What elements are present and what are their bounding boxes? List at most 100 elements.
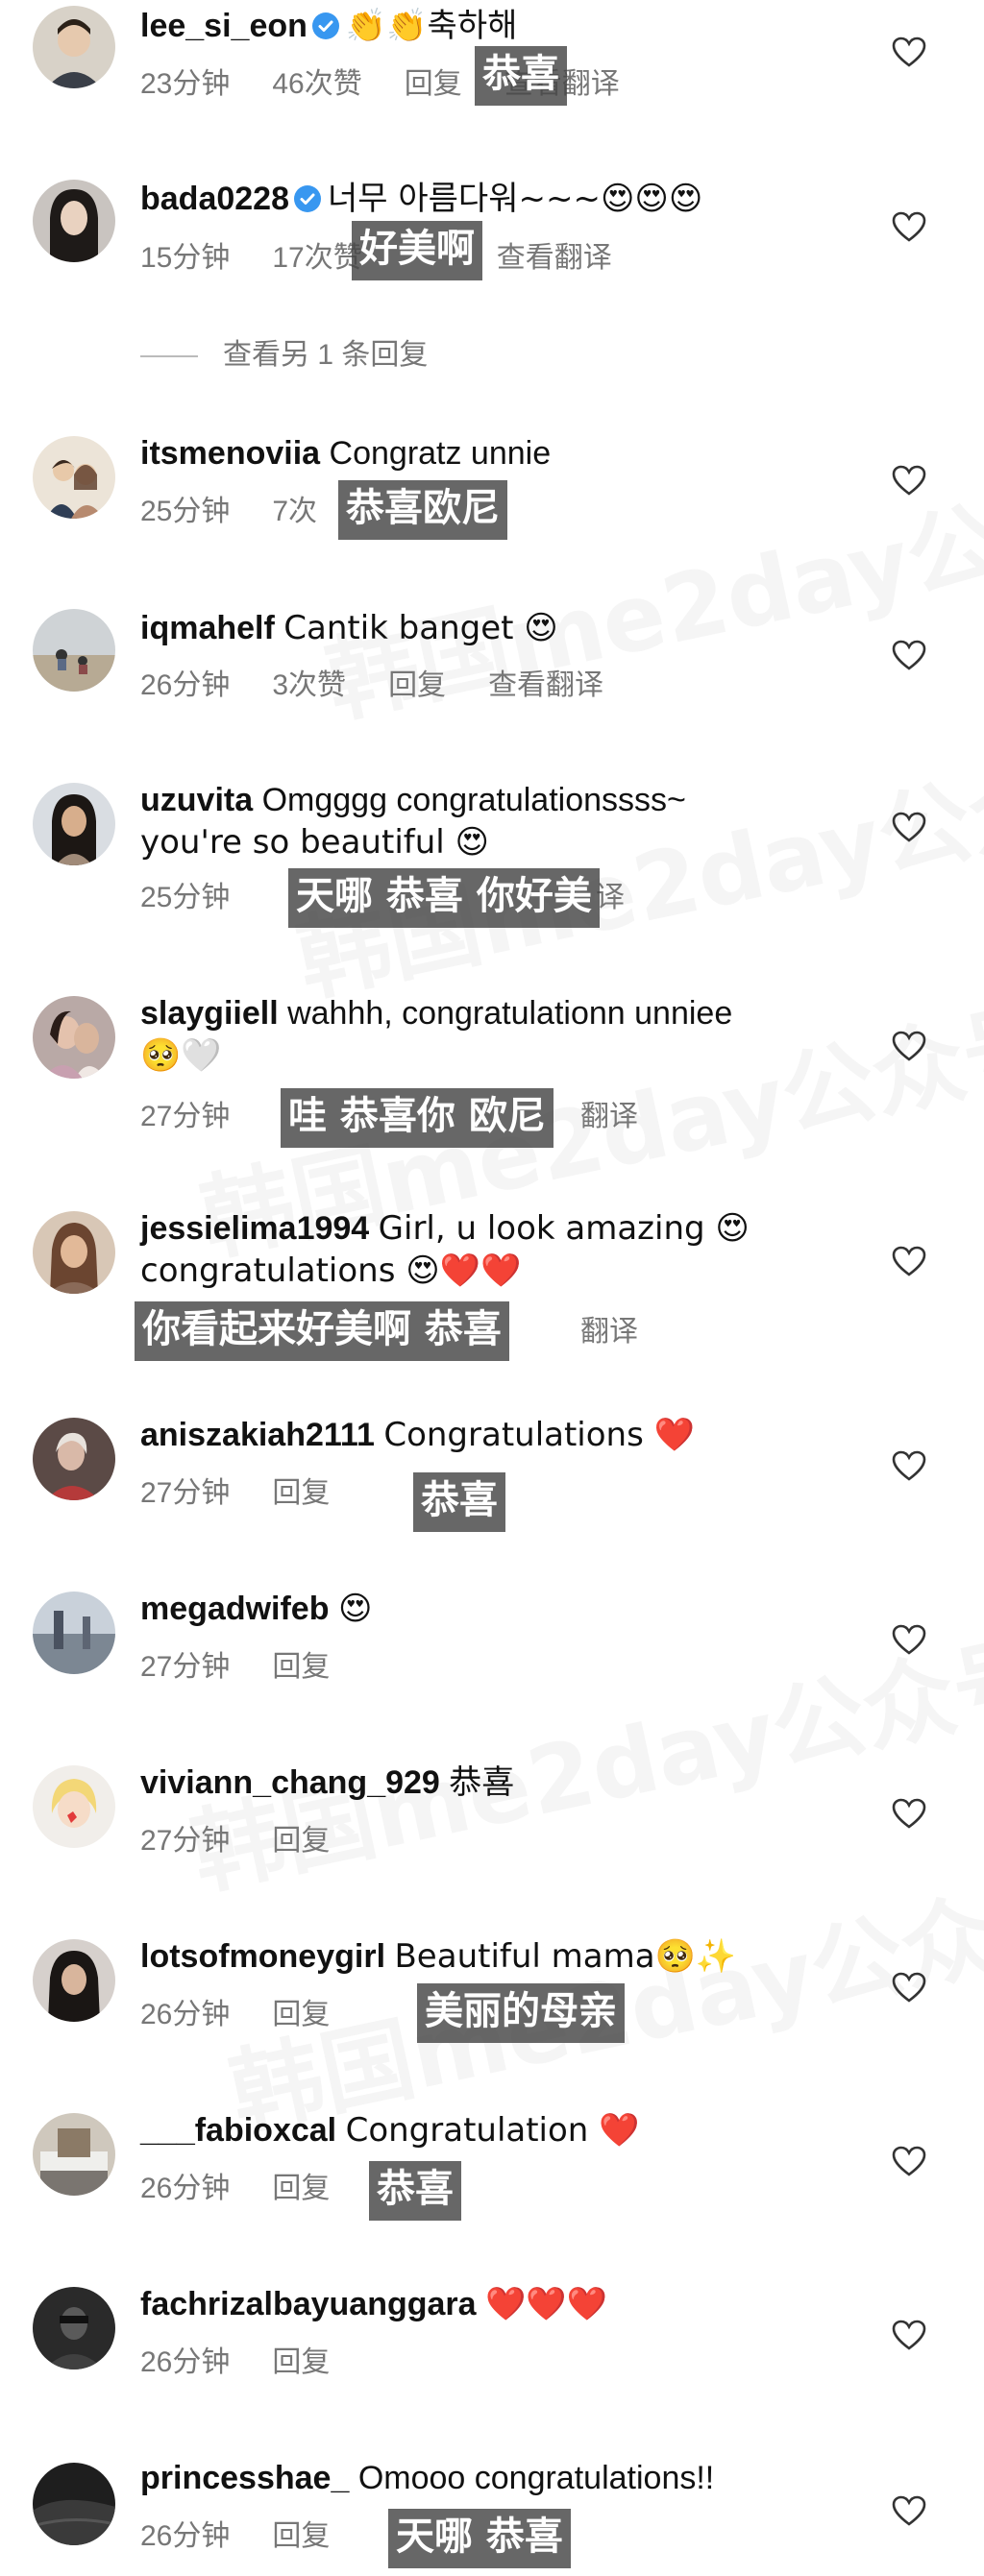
like-heart-icon[interactable] bbox=[892, 2320, 926, 2350]
avatar[interactable] bbox=[33, 436, 115, 519]
avatar[interactable] bbox=[33, 2463, 115, 2545]
username[interactable]: lee_si_eon bbox=[140, 8, 308, 44]
like-heart-icon[interactable] bbox=[892, 1246, 926, 1276]
divider bbox=[140, 355, 198, 358]
comment-time: 25分钟 bbox=[140, 882, 231, 913]
avatar[interactable] bbox=[33, 783, 115, 865]
reply-button[interactable]: 回复 bbox=[272, 2520, 330, 2552]
comment-text: wahhh, congratulationn unniee bbox=[287, 995, 733, 1032]
comment-text: 👏👏축하해 bbox=[345, 7, 518, 45]
comment-text: Congratulations ❤️ bbox=[383, 1416, 695, 1454]
like-heart-icon[interactable] bbox=[892, 1624, 926, 1655]
like-count[interactable]: 46次赞 bbox=[272, 68, 361, 100]
comment-time: 15分钟 bbox=[140, 242, 231, 274]
comment-time: 26分钟 bbox=[140, 2173, 231, 2204]
comment-time: 26分钟 bbox=[140, 2520, 231, 2552]
like-heart-icon[interactable] bbox=[892, 812, 926, 842]
username[interactable]: aniszakiah2111 bbox=[140, 1417, 375, 1453]
reply-button[interactable]: 回复 bbox=[405, 68, 462, 100]
translate-button[interactable]: 翻译 bbox=[580, 1316, 638, 1348]
username[interactable]: jessielima1994 bbox=[140, 1210, 369, 1247]
username[interactable]: iqmahelf bbox=[140, 610, 275, 646]
like-count[interactable]: 7次 bbox=[272, 496, 317, 527]
avatar[interactable] bbox=[33, 6, 115, 88]
subtitle-caption: 恭喜 bbox=[475, 46, 567, 106]
comment-text: ❤️❤️❤️ bbox=[485, 2285, 608, 2323]
like-count[interactable]: 17次赞 bbox=[272, 242, 361, 274]
username[interactable]: bada0228 bbox=[140, 181, 289, 217]
subtitle-caption: 恭喜 bbox=[369, 2161, 461, 2221]
verified-badge-icon bbox=[293, 182, 322, 212]
avatar[interactable] bbox=[33, 2287, 115, 2369]
comment-time: 27分钟 bbox=[140, 1825, 231, 1857]
comment-text: Congratz unnie bbox=[329, 435, 552, 472]
avatar[interactable] bbox=[33, 1939, 115, 2022]
username[interactable]: viviann_chang_929 bbox=[140, 1764, 440, 1801]
like-heart-icon[interactable] bbox=[892, 640, 926, 670]
like-heart-icon[interactable] bbox=[892, 1031, 926, 1061]
reply-button[interactable]: 回复 bbox=[272, 2346, 330, 2378]
reply-button[interactable]: 回复 bbox=[272, 1477, 330, 1509]
username[interactable]: lotsofmoneygirl bbox=[140, 1938, 385, 1975]
avatar[interactable] bbox=[33, 180, 115, 262]
like-count[interactable]: 3次赞 bbox=[272, 669, 346, 701]
comment-time: 25分钟 bbox=[140, 496, 231, 527]
reply-button[interactable]: 回复 bbox=[272, 1825, 330, 1857]
subtitle-caption: 恭喜欧尼 bbox=[338, 480, 507, 540]
like-heart-icon[interactable] bbox=[892, 36, 926, 67]
avatar[interactable] bbox=[33, 609, 115, 692]
comment-text-continued: congratulations 😍❤️❤️ bbox=[140, 1252, 522, 1290]
comment-time: 27分钟 bbox=[140, 1477, 231, 1509]
avatar[interactable] bbox=[33, 2113, 115, 2196]
subtitle-caption: 美丽的母亲 bbox=[417, 1983, 625, 2043]
username[interactable]: uzuvita bbox=[140, 782, 253, 818]
subtitle-caption: 你看起来好美啊 恭喜 bbox=[135, 1301, 509, 1361]
comment-text-continued: 🥺🤍 bbox=[140, 1036, 222, 1075]
username[interactable]: princesshae_ bbox=[140, 2460, 349, 2496]
avatar[interactable] bbox=[33, 1211, 115, 1294]
translate-button[interactable]: 查看翻译 bbox=[488, 669, 603, 701]
comment-time: 26分钟 bbox=[140, 2346, 231, 2378]
reply-button[interactable]: 回复 bbox=[388, 669, 446, 701]
username[interactable]: itsmenoviia bbox=[140, 435, 320, 472]
translate-button[interactable]: 翻译 bbox=[580, 1101, 638, 1132]
comment-text: 😍 bbox=[337, 1590, 373, 1628]
like-heart-icon[interactable] bbox=[892, 465, 926, 496]
reply-button[interactable]: 回复 bbox=[272, 1651, 330, 1683]
comment-time: 26分钟 bbox=[140, 669, 231, 701]
subtitle-caption: 哇 恭喜你 欧尼 bbox=[281, 1088, 554, 1148]
subtitle-caption: 恭喜 bbox=[413, 1472, 505, 1532]
username[interactable]: fachrizalbayuanggara bbox=[140, 2286, 477, 2322]
subtitle-caption: 天哪 恭喜 你好美 bbox=[288, 868, 600, 928]
translate-button[interactable]: 查看翻译 bbox=[497, 242, 612, 274]
username[interactable]: megadwifeb bbox=[140, 1591, 329, 1627]
comment-text-continued: you're so beautiful 😍 bbox=[140, 823, 489, 862]
reply-button[interactable]: 回复 bbox=[272, 2173, 330, 2204]
username[interactable]: ___fabioxcal bbox=[140, 2112, 336, 2149]
view-more-replies-label: 查看另 1 条回复 bbox=[223, 339, 429, 371]
like-heart-icon[interactable] bbox=[892, 1798, 926, 1829]
view-more-replies-button[interactable]: 查看另 1 条回复 bbox=[140, 336, 428, 375]
comment-time: 23分钟 bbox=[140, 68, 231, 100]
subtitle-caption: 天哪 恭喜 bbox=[388, 2509, 571, 2568]
like-heart-icon[interactable] bbox=[892, 1450, 926, 1481]
translate-button[interactable]: 译 bbox=[596, 882, 625, 913]
comment-text: 너무 아름다워~~~😍😍😍 bbox=[328, 180, 703, 218]
like-heart-icon[interactable] bbox=[892, 211, 926, 242]
avatar[interactable] bbox=[33, 1592, 115, 1674]
reply-button[interactable]: 回复 bbox=[272, 1999, 330, 2030]
comment-text: Omooo congratulations!! bbox=[357, 2460, 715, 2496]
username[interactable]: slaygiiell bbox=[140, 995, 279, 1032]
like-heart-icon[interactable] bbox=[892, 2146, 926, 2176]
avatar[interactable] bbox=[33, 996, 115, 1079]
subtitle-caption: 好美啊 bbox=[352, 221, 482, 280]
comment-text: 恭喜 bbox=[449, 1764, 515, 1801]
watermark: 韩国me2day公众号 bbox=[288, 728, 984, 1015]
avatar[interactable] bbox=[33, 1765, 115, 1848]
avatar[interactable] bbox=[33, 1418, 115, 1500]
comment-text: Girl, u look amazing 😍 bbox=[378, 1209, 750, 1248]
like-heart-icon[interactable] bbox=[892, 2495, 926, 2526]
comment-text: Beautiful mama🥺✨ bbox=[394, 1937, 737, 1976]
like-heart-icon[interactable] bbox=[892, 1972, 926, 2003]
comment-text: Congratulation ❤️ bbox=[345, 2111, 640, 2150]
